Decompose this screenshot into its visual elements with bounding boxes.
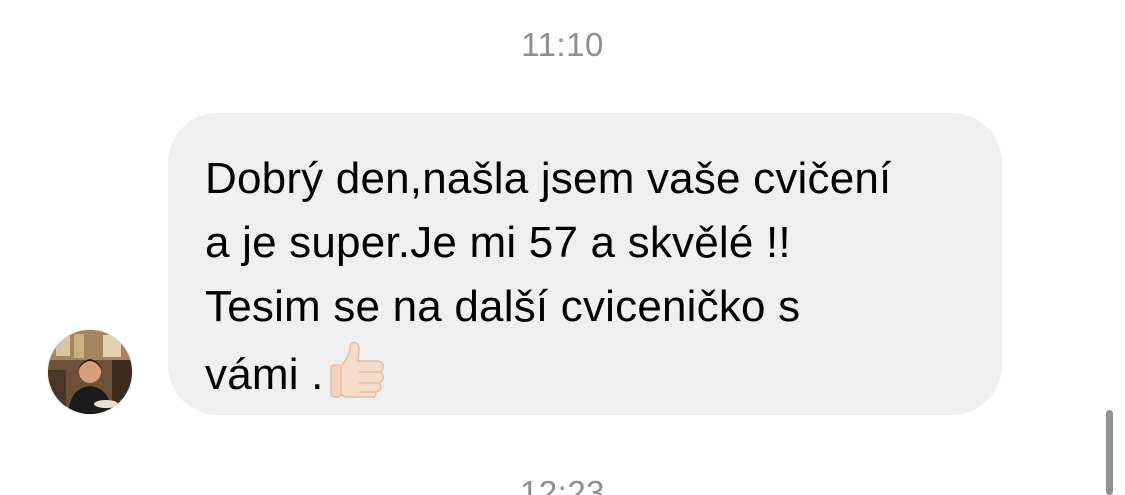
sender-avatar[interactable] — [48, 330, 132, 414]
message-bubble[interactable]: Dobrý den,našla jsem vaše cvičení a je s… — [168, 113, 1002, 415]
timestamp-bottom: 12:23 — [519, 474, 606, 495]
avatar-photo-icon — [48, 330, 132, 414]
thumbs-up-icon — [328, 339, 390, 399]
message-text: Dobrý den,našla jsem vaše cvičení a je s… — [205, 147, 972, 407]
message-line-4: vámi . — [205, 350, 324, 399]
message-line-2: a je super.Je mi 57 a skvělé !! — [205, 218, 791, 267]
chat-screen: 11:10 Dobrý den,našla jsem vaše cvičení … — [0, 0, 1125, 495]
timestamp-top: 11:10 — [521, 26, 604, 63]
message-line-1: Dobrý den,našla jsem vaše cvičení — [205, 154, 892, 203]
message-line-3: Tesim se na další cviceničko s — [205, 282, 801, 331]
scrollbar[interactable] — [1106, 410, 1113, 495]
